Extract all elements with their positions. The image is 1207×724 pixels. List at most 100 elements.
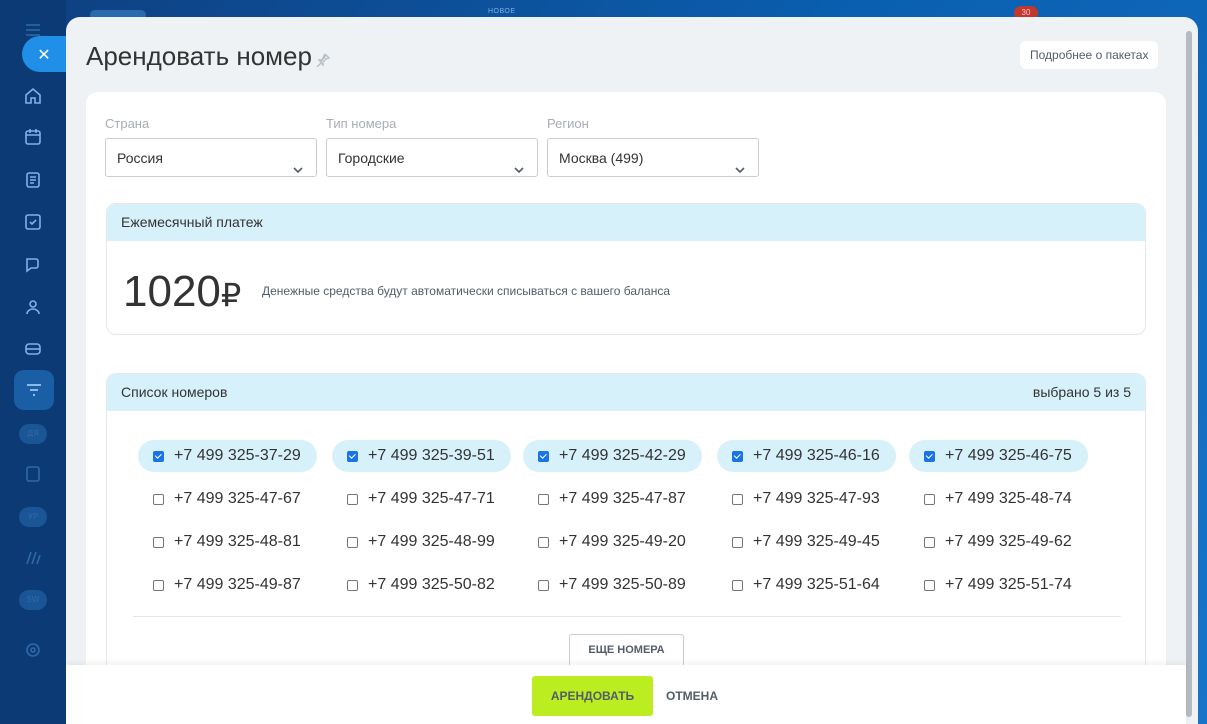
number-text: +7 499 325-48-74 (945, 490, 1072, 507)
close-icon: ✕ (37, 44, 51, 64)
filter-icon[interactable] (14, 370, 54, 410)
number-option[interactable]: +7 499 325-37-29 (138, 440, 317, 472)
number-text: +7 499 325-50-82 (368, 576, 495, 593)
number-text: +7 499 325-49-45 (753, 533, 880, 550)
number-text: +7 499 325-50-89 (559, 576, 686, 593)
number-option[interactable]: +7 499 325-48-99 (332, 526, 511, 558)
number-text: +7 499 325-48-81 (174, 533, 301, 550)
number-option[interactable]: +7 499 325-47-71 (332, 483, 511, 515)
number-option[interactable]: +7 499 325-49-87 (138, 569, 317, 601)
number-checkbox[interactable] (924, 450, 935, 462)
number-option[interactable]: +7 499 325-50-82 (332, 569, 511, 601)
pin-icon[interactable] (316, 53, 332, 69)
number-option[interactable]: +7 499 325-47-93 (717, 483, 896, 515)
number-checkbox[interactable] (732, 536, 743, 548)
number-text: +7 499 325-49-87 (174, 576, 301, 593)
payment-note: Денежные средства будут автоматически сп… (262, 284, 670, 298)
number-checkbox[interactable] (538, 450, 549, 462)
chevron-down-icon (292, 152, 304, 174)
number-text: +7 499 325-39-51 (368, 447, 495, 464)
number-checkbox[interactable] (347, 493, 358, 505)
number-option[interactable]: +7 499 325-46-16 (717, 440, 896, 472)
region-select[interactable]: Москва (499) (547, 138, 759, 177)
country-select[interactable]: Россия (105, 138, 317, 177)
chevron-down-icon (734, 152, 746, 174)
page-icon[interactable] (21, 462, 45, 486)
payment-amount-value: 1020 (123, 267, 221, 316)
number-checkbox[interactable] (924, 579, 935, 591)
number-checkbox[interactable] (153, 579, 164, 591)
close-slider-button[interactable]: ✕ (22, 36, 66, 72)
number-checkbox[interactable] (153, 493, 164, 505)
number-option[interactable]: +7 499 325-39-51 (332, 440, 511, 472)
chevron-down-icon (513, 152, 525, 174)
calendar-icon[interactable] (21, 125, 45, 149)
number-checkbox[interactable] (732, 493, 743, 505)
monthly-payment-header: Ежемесячный платеж (107, 204, 1145, 241)
number-option[interactable]: +7 499 325-48-74 (909, 483, 1088, 515)
document-icon[interactable] (21, 168, 45, 192)
number-checkbox[interactable] (347, 450, 358, 462)
number-option[interactable]: +7 499 325-46-75 (909, 440, 1088, 472)
number-checkbox[interactable] (924, 536, 935, 548)
sidebar-badge-1[interactable]: ДЯ (19, 424, 47, 444)
number-type-select-value: Городские (338, 150, 405, 166)
number-option[interactable]: +7 499 325-47-67 (138, 483, 317, 515)
number-option[interactable]: +7 499 325-51-74 (909, 569, 1088, 601)
footer-bar: АРЕНДОВАТЬ ОТМЕНА (66, 665, 1186, 724)
numbers-list-header: Список номеров выбрано 5 из 5 (107, 374, 1145, 411)
region-select-value: Москва (499) (559, 150, 644, 166)
home-icon[interactable] (21, 84, 45, 108)
number-type-select[interactable]: Городские (326, 138, 538, 177)
top-strip-label: НОВОЕ (488, 8, 516, 15)
number-type-label: Тип номера (326, 116, 397, 131)
number-checkbox[interactable] (153, 536, 164, 548)
number-text: +7 499 325-48-99 (368, 533, 495, 550)
number-text: +7 499 325-49-62 (945, 533, 1072, 550)
number-checkbox[interactable] (347, 579, 358, 591)
sidebar-badge-3[interactable]: SW (19, 590, 47, 610)
number-checkbox[interactable] (732, 579, 743, 591)
main-card: Страна Тип номера Регион Россия Городски… (86, 92, 1166, 724)
country-select-value: Россия (117, 150, 163, 166)
list-divider (133, 616, 1121, 617)
number-text: +7 499 325-47-87 (559, 490, 686, 507)
sidebar-badge-2[interactable]: УР (19, 507, 47, 527)
number-checkbox[interactable] (732, 450, 743, 462)
payment-amount: 1020₽ (123, 267, 241, 317)
monthly-payment-box: Ежемесячный платеж 1020₽ Денежные средст… (106, 203, 1146, 335)
number-option[interactable]: +7 499 325-42-29 (523, 440, 702, 472)
stack-icon[interactable] (21, 546, 45, 570)
number-option[interactable]: +7 499 325-51-64 (717, 569, 896, 601)
inbox-icon[interactable] (21, 337, 45, 361)
more-numbers-button[interactable]: ЕЩЕ НОМЕРА (569, 634, 684, 667)
tasks-icon[interactable] (21, 210, 45, 234)
scrollbar[interactable] (1186, 31, 1192, 717)
settings-icon[interactable] (21, 638, 45, 662)
number-option[interactable]: +7 499 325-49-62 (909, 526, 1088, 558)
cancel-button[interactable]: ОТМЕНА (666, 676, 718, 716)
contacts-icon[interactable] (21, 295, 45, 319)
country-label: Страна (105, 116, 150, 131)
number-option[interactable]: +7 499 325-48-81 (138, 526, 317, 558)
number-option[interactable]: +7 499 325-49-45 (717, 526, 896, 558)
number-checkbox[interactable] (347, 536, 358, 548)
number-checkbox[interactable] (538, 493, 549, 505)
number-text: +7 499 325-46-75 (945, 447, 1072, 464)
number-checkbox[interactable] (924, 493, 935, 505)
number-text: +7 499 325-47-71 (368, 490, 495, 507)
selected-counter: выбрано 5 из 5 (1032, 384, 1131, 400)
scrollbar-thumb[interactable] (1186, 31, 1192, 717)
number-text: +7 499 325-51-64 (753, 576, 880, 593)
app-sidebar: ДЯ УР SW (0, 0, 66, 724)
region-label: Регион (547, 116, 589, 131)
more-about-packages-button[interactable]: Подробнее о пакетах (1020, 41, 1159, 69)
number-checkbox[interactable] (153, 450, 164, 462)
chat-icon[interactable] (21, 252, 45, 276)
number-option[interactable]: +7 499 325-47-87 (523, 483, 702, 515)
number-checkbox[interactable] (538, 536, 549, 548)
number-checkbox[interactable] (538, 579, 549, 591)
number-option[interactable]: +7 499 325-50-89 (523, 569, 702, 601)
rent-button[interactable]: АРЕНДОВАТЬ (532, 676, 653, 716)
number-option[interactable]: +7 499 325-49-20 (523, 526, 702, 558)
